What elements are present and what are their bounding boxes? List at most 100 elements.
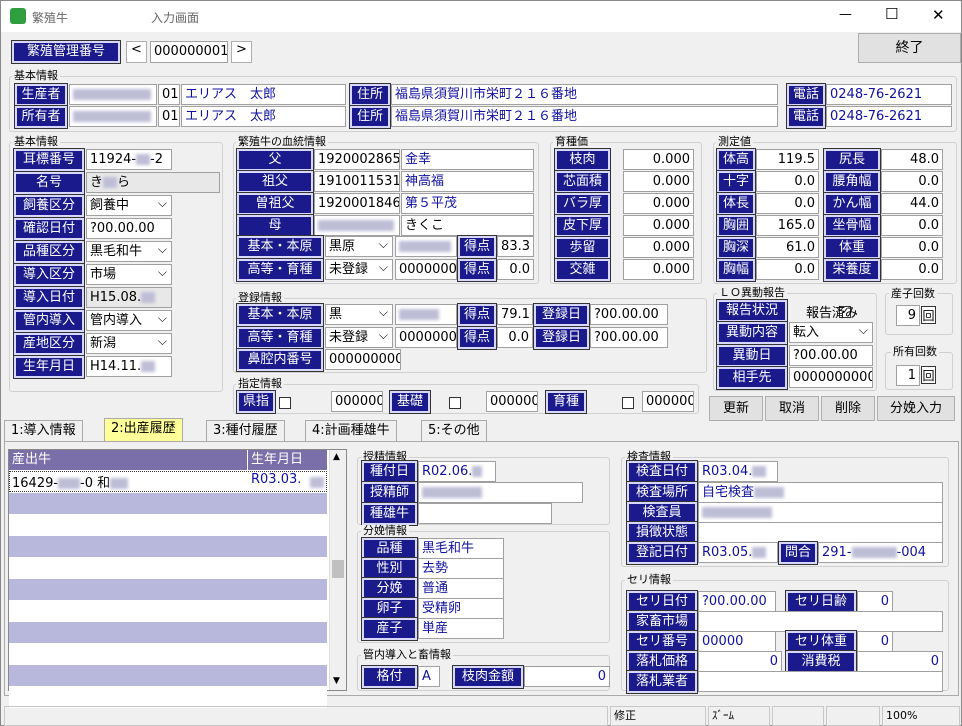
prev-button[interactable]: < bbox=[126, 41, 147, 63]
insem-date-value[interactable]: R02.06. bbox=[418, 461, 496, 482]
table-row[interactable] bbox=[9, 557, 327, 579]
measure-left-value-5[interactable]: 0.0 bbox=[756, 259, 819, 280]
table-row[interactable] bbox=[9, 536, 327, 557]
id-value[interactable]: 000000001 bbox=[150, 41, 228, 63]
ikushu-value-3[interactable]: 0.000 bbox=[623, 215, 694, 236]
toroku-koto-select[interactable]: 未登録 bbox=[325, 327, 393, 348]
calving-value-0[interactable]: 黒毛和牛 bbox=[418, 538, 504, 559]
lineage-num-3[interactable] bbox=[314, 215, 400, 236]
scroll-down-icon[interactable]: ▼ bbox=[333, 676, 340, 686]
calving-value-4[interactable]: 単産 bbox=[418, 618, 504, 639]
table-row[interactable] bbox=[9, 622, 327, 643]
table-row[interactable] bbox=[9, 665, 327, 686]
producer-code-field[interactable] bbox=[69, 84, 157, 105]
buyer-value[interactable] bbox=[698, 671, 943, 692]
auction-no-value[interactable]: 00000 bbox=[698, 631, 776, 652]
lineage-name-1[interactable]: 神高福 bbox=[401, 171, 534, 192]
ikushu-value-4[interactable]: 0.000 bbox=[623, 237, 694, 258]
toroku-kihon-date[interactable]: ?00.00.00 bbox=[590, 304, 668, 325]
update-button[interactable]: 更新 bbox=[709, 396, 763, 421]
ask-value[interactable]: 291- -004 bbox=[818, 542, 943, 563]
grid-header-1[interactable]: 産出牛 bbox=[9, 450, 247, 470]
lineage-kihon-num[interactable] bbox=[395, 236, 457, 257]
lineage-name-0[interactable]: 金幸 bbox=[401, 149, 534, 170]
basic2-value-7[interactable]: 管内導入 bbox=[86, 310, 172, 331]
lineage-kihon-score[interactable]: 83.3 bbox=[497, 236, 534, 257]
table-row[interactable] bbox=[9, 579, 327, 600]
basic2-value-0[interactable]: 11924- -2 bbox=[86, 149, 172, 170]
lo-partner-value[interactable]: 0000000000 bbox=[789, 367, 873, 388]
status-zoom-value[interactable]: 100% bbox=[882, 706, 960, 726]
toroku-kihon-score[interactable]: 79.1 bbox=[497, 304, 533, 325]
basic2-value-6[interactable]: H15.08. bbox=[86, 287, 172, 308]
basic2-value-8[interactable]: 新潟 bbox=[86, 333, 172, 354]
lineage-num-1[interactable]: 1910011531 bbox=[314, 171, 400, 192]
tab-planned-bull[interactable]: 4:計画種雄牛 bbox=[305, 420, 397, 442]
grade-value[interactable]: A bbox=[418, 666, 440, 687]
exit-button[interactable]: 終了 bbox=[858, 33, 961, 63]
basic2-value-2[interactable]: 飼養中 bbox=[86, 195, 172, 216]
measure-left-value-3[interactable]: 165.0 bbox=[756, 215, 819, 236]
price-value[interactable]: 0 bbox=[698, 651, 782, 672]
tax-value[interactable]: 0 bbox=[857, 651, 943, 672]
table-row[interactable] bbox=[9, 600, 327, 622]
insem-tech-value[interactable] bbox=[418, 482, 583, 503]
ikushu-value-1[interactable]: 0.000 bbox=[623, 171, 694, 192]
toroku-koto-score[interactable]: 0.0 bbox=[497, 327, 533, 348]
inspect-place-value[interactable]: 自宅検査 bbox=[698, 482, 943, 503]
basic2-value-4[interactable]: 黒毛和牛 bbox=[86, 241, 172, 262]
lo-date-value[interactable]: ?00.00.00 bbox=[789, 345, 873, 366]
basic2-value-1[interactable]: きら bbox=[86, 172, 220, 193]
calving-value-2[interactable]: 普通 bbox=[418, 578, 504, 599]
measure-right-value-2[interactable]: 44.0 bbox=[881, 193, 943, 214]
owner-code-field[interactable] bbox=[69, 106, 157, 127]
inspect-date-value[interactable]: R03.04. bbox=[698, 461, 778, 482]
maximize-button[interactable]: ☐ bbox=[885, 5, 898, 23]
toroku-kihon-select[interactable]: 黒 bbox=[325, 304, 393, 325]
measure-left-value-4[interactable]: 61.0 bbox=[756, 237, 819, 258]
calving-input-button[interactable]: 分娩入力 bbox=[877, 396, 955, 421]
ikushu-checkbox[interactable] bbox=[621, 396, 634, 409]
measure-right-value-5[interactable]: 0.0 bbox=[881, 259, 943, 280]
market-value[interactable] bbox=[698, 611, 943, 632]
auction-age-value[interactable]: 0 bbox=[857, 591, 893, 612]
calving-value-1[interactable]: 去勢 bbox=[418, 558, 504, 579]
toroku-koto-date[interactable]: ?00.00.00 bbox=[590, 327, 668, 348]
lineage-num-2[interactable]: 1920001846 bbox=[314, 193, 400, 214]
measure-right-value-1[interactable]: 0.0 bbox=[881, 171, 943, 192]
ikushu-num[interactable]: 000000 bbox=[642, 391, 694, 412]
kenshi-num[interactable]: 000000 bbox=[331, 391, 383, 412]
scroll-up-icon[interactable]: ▲ bbox=[333, 452, 340, 462]
ikushu-value-5[interactable]: 0.000 bbox=[623, 259, 694, 280]
scroll-thumb[interactable] bbox=[332, 560, 344, 578]
table-row[interactable] bbox=[9, 686, 327, 708]
ikushu-value-0[interactable]: 0.000 bbox=[623, 149, 694, 170]
kenshi-checkbox[interactable] bbox=[279, 396, 291, 409]
lineage-koto-num[interactable]: 0000000 bbox=[395, 259, 457, 280]
measure-right-value-0[interactable]: 48.0 bbox=[881, 149, 943, 170]
measure-right-value-3[interactable]: 0.0 bbox=[881, 215, 943, 236]
table-row[interactable] bbox=[9, 643, 327, 665]
lo-content-select[interactable]: 転入 bbox=[789, 322, 873, 343]
ikushu-value-2[interactable]: 0.000 bbox=[623, 193, 694, 214]
measure-left-value-0[interactable]: 119.5 bbox=[756, 149, 819, 170]
insem-bull-value[interactable] bbox=[418, 503, 552, 524]
bikou-value[interactable]: 000000000 bbox=[325, 349, 401, 370]
table-row[interactable] bbox=[9, 493, 327, 514]
tab-birth-history[interactable]: 2:出産履歴 bbox=[104, 418, 183, 442]
kiso-checkbox[interactable] bbox=[448, 396, 461, 409]
auction-weight-value[interactable]: 0 bbox=[857, 631, 893, 652]
tab-other[interactable]: 5:その他 bbox=[421, 420, 487, 442]
basic2-value-9[interactable]: H14.11. bbox=[86, 356, 172, 377]
kiso-num[interactable]: 000000 bbox=[486, 391, 538, 412]
table-row[interactable]: 16429- -0 和 R03.03. bbox=[9, 471, 327, 492]
basic2-value-5[interactable]: 市場 bbox=[86, 264, 172, 285]
inspector-value[interactable] bbox=[698, 502, 943, 523]
minimize-button[interactable]: — bbox=[839, 7, 852, 22]
measure-left-value-1[interactable]: 0.0 bbox=[756, 171, 819, 192]
lineage-name-3[interactable]: きくこ bbox=[401, 215, 534, 236]
calving-value-3[interactable]: 受精卵 bbox=[418, 598, 504, 619]
close-button[interactable]: ✕ bbox=[932, 6, 945, 24]
toroku-koto-num[interactable]: 0000000 bbox=[395, 327, 457, 348]
measure-left-value-2[interactable]: 0.0 bbox=[756, 193, 819, 214]
